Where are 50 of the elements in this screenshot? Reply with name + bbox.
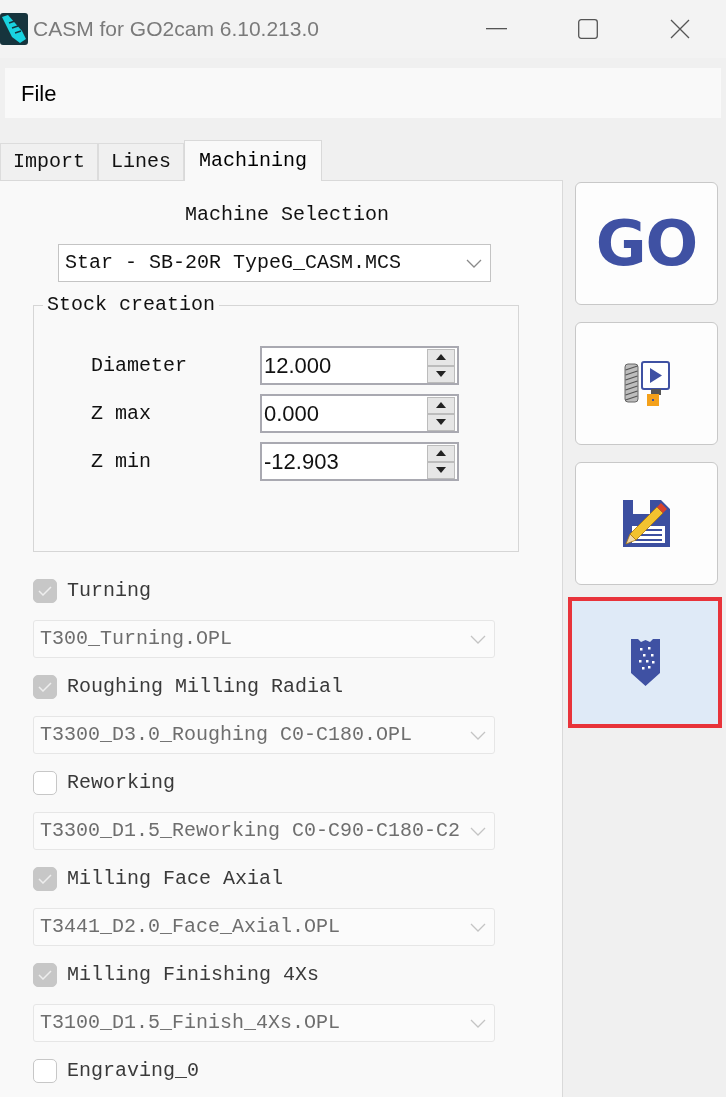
check-icon	[38, 586, 52, 596]
save-button[interactable]	[575, 462, 718, 585]
minimize-icon[interactable]	[485, 28, 507, 30]
up-triangle-icon	[436, 354, 446, 360]
down-triangle-icon	[436, 467, 446, 473]
field-label: Diameter	[91, 353, 188, 378]
down-triangle-icon	[436, 419, 446, 425]
chevron-down-icon	[470, 634, 486, 644]
tab[interactable]: Import	[0, 143, 98, 180]
checkbox-label: Reworking	[67, 771, 176, 795]
chevron-down-icon	[466, 258, 482, 268]
checkbox-label: Roughing Milling Radial	[67, 675, 344, 699]
section-label: Machine Selection	[185, 203, 390, 227]
spin-up-button[interactable]	[427, 444, 455, 462]
check-icon	[38, 874, 52, 884]
checkbox-label: Milling Finishing 4Xs	[67, 963, 320, 987]
up-triangle-icon	[436, 450, 446, 456]
dotted-shield-icon	[630, 639, 660, 686]
simulation-button[interactable]	[575, 322, 718, 445]
chevron-down-icon	[470, 922, 486, 932]
field-label: Z min	[91, 449, 152, 474]
up-triangle-icon	[436, 402, 446, 408]
checkbox-label: Turning	[67, 579, 151, 603]
field-label: Z max	[91, 401, 152, 426]
check-icon	[38, 682, 52, 692]
window-title: CASM for GO2cam 6.10.213.0	[33, 16, 319, 43]
number-spin-box[interactable]: -12.903	[260, 442, 459, 481]
number-spin-box[interactable]: 12.000	[260, 346, 459, 385]
spin-up-button[interactable]	[427, 396, 455, 414]
spin-up-button[interactable]	[427, 348, 455, 366]
tab[interactable]: Lines	[98, 143, 185, 180]
tab[interactable]: Machining	[184, 140, 323, 181]
maximize-icon[interactable]	[578, 19, 598, 39]
down-triangle-icon	[436, 371, 446, 377]
go-button[interactable]: GO	[575, 182, 718, 305]
checkbox-label: Milling Face Axial	[67, 867, 284, 891]
chevron-down-icon	[470, 1018, 486, 1028]
checkbox-label: Engraving_0	[67, 1059, 200, 1083]
insert-button[interactable]	[568, 597, 722, 728]
chevron-down-icon	[470, 730, 486, 740]
drill-play-icon	[623, 360, 670, 407]
machine-dropdown[interactable]: Star - SB-20R TypeG_CASM.MCS	[58, 244, 491, 282]
floppy-pencil-icon	[623, 500, 670, 547]
chevron-down-icon	[470, 826, 486, 836]
group-title: Stock creation	[46, 293, 217, 317]
menu-item[interactable]: File	[5, 76, 61, 110]
app-icon	[0, 13, 28, 45]
check-icon	[38, 970, 52, 980]
number-spin-box[interactable]: 0.000	[260, 394, 459, 433]
close-icon[interactable]	[670, 19, 690, 39]
